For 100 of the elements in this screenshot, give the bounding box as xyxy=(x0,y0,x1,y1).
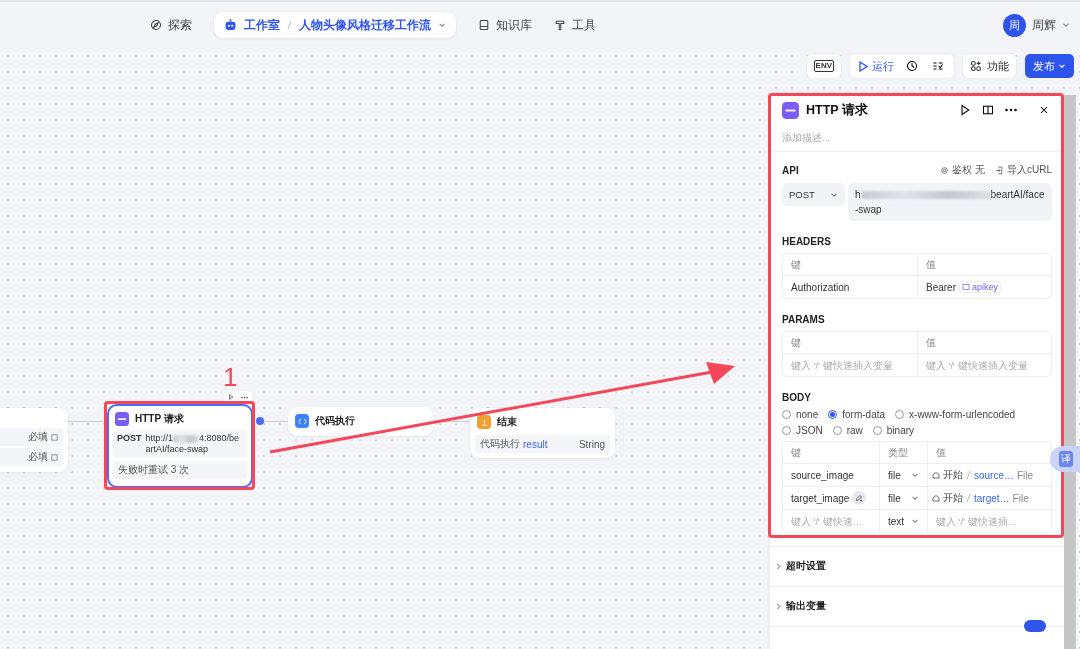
nav-link[interactable]: 探索 xyxy=(150,16,192,34)
home-icon xyxy=(932,494,940,502)
required-label: 必填 xyxy=(28,450,48,464)
header-value: Bearer xyxy=(926,281,956,293)
variable-link[interactable]: target… xyxy=(974,492,1010,504)
type-select[interactable]: text xyxy=(879,509,927,532)
table-cell[interactable]: Bearer apikey xyxy=(917,275,1051,298)
chevron-down-icon xyxy=(911,471,919,479)
breadcrumb-link[interactable]: 工作室 xyxy=(244,16,280,34)
auth-link[interactable]: 鉴权 无 xyxy=(940,163,985,177)
output-type: String xyxy=(578,438,605,450)
section-label: HEADERS xyxy=(782,236,832,247)
required-label: 必填 xyxy=(28,430,48,444)
book-icon xyxy=(478,19,490,31)
type-select[interactable]: file xyxy=(879,486,927,509)
chevron-down-icon xyxy=(438,21,446,29)
chevron-down-icon xyxy=(1062,21,1070,29)
connection-handle[interactable] xyxy=(256,417,264,425)
user-avatar[interactable]: 周 xyxy=(1003,13,1026,37)
nav-link[interactable]: 工具 xyxy=(554,16,596,34)
retry-note: 失败时重试 3 次 xyxy=(118,463,190,477)
separator-icon xyxy=(287,20,292,30)
value-field[interactable]: 键入 '/' 键快速插入变量 xyxy=(917,353,1051,376)
body-type-radio[interactable]: raw xyxy=(832,425,863,436)
table-cell[interactable]: target_image xyxy=(783,486,879,509)
table-cell[interactable]: source_image xyxy=(783,463,879,486)
checklist-icon xyxy=(932,60,944,72)
features-button[interactable]: 功能 xyxy=(963,54,1016,78)
source-label: 开始 xyxy=(943,468,963,482)
workspace-breadcrumb[interactable]: 工作室 人物头像风格迁移工作流 xyxy=(214,12,456,38)
pen-icon[interactable] xyxy=(852,491,867,505)
separator-icon xyxy=(966,493,971,503)
table-cell[interactable]: Authorization xyxy=(783,275,917,298)
chevron-down-icon xyxy=(911,517,919,525)
redaction-blur xyxy=(173,434,200,443)
url-text: http://1 4:8080/beartAI/face-swap xyxy=(145,433,241,455)
type-label: File xyxy=(1017,469,1034,481)
value-field[interactable]: 键入 '/' 键快速插… xyxy=(927,509,1051,532)
url-field[interactable]: h beartAI/face-swap xyxy=(848,183,1052,221)
more-icon xyxy=(241,395,249,399)
env-button[interactable]: ENV xyxy=(806,54,841,78)
section-label: API xyxy=(782,164,800,176)
http-node-icon xyxy=(115,412,129,426)
http-node-icon xyxy=(782,101,799,119)
home-icon xyxy=(932,471,940,479)
pen-plus-icon xyxy=(855,494,864,502)
toggle-switch[interactable] xyxy=(1024,620,1046,632)
source-label: 开始 xyxy=(943,491,963,505)
body-type-radio[interactable]: JSON xyxy=(782,425,823,436)
variable-link[interactable]: source… xyxy=(974,469,1014,481)
play-icon xyxy=(959,104,971,116)
import-icon xyxy=(995,165,1004,175)
body-type-radio[interactable]: form-data xyxy=(828,409,886,420)
caret-icon xyxy=(1058,62,1066,70)
node-title: 结束 xyxy=(497,415,517,429)
output-variable: result xyxy=(523,438,548,450)
node-card[interactable]: 结束 代码执行 result String xyxy=(470,408,615,458)
doc-icon xyxy=(51,433,58,441)
play-icon xyxy=(227,394,234,400)
method-label: POST xyxy=(117,433,142,445)
wrench-icon xyxy=(554,19,566,31)
import-curl-link[interactable]: 导入cURL xyxy=(995,163,1052,177)
output-source: 代码执行 xyxy=(480,437,520,451)
grid-plus-icon xyxy=(970,60,982,72)
column-header: 值 xyxy=(917,254,1051,275)
node-title: HTTP 请求 xyxy=(135,412,184,426)
section-label: BODY xyxy=(782,392,812,403)
user-name[interactable]: 周辉 xyxy=(1032,16,1056,34)
http-node-card[interactable]: HTTP 请求 POST http://1 4:8080/beartAI/face-swap 失败时重试 3 次 xyxy=(108,405,252,487)
nav-link[interactable]: 知识库 xyxy=(478,16,532,34)
key-field[interactable]: 键入 '/' 键快速插入变量 xyxy=(783,353,917,376)
publish-button[interactable]: 发布 xyxy=(1025,54,1074,78)
node-card[interactable]: 代码执行 xyxy=(288,407,433,436)
key-field[interactable]: 键入 '/' 键快速… xyxy=(783,509,879,532)
history-button[interactable] xyxy=(904,58,920,74)
book-open-icon xyxy=(982,104,994,116)
type-select[interactable]: file xyxy=(879,463,927,486)
body-type-radio[interactable]: x-www-form-urlencoded xyxy=(895,409,1016,420)
body-type-radio[interactable]: none xyxy=(782,409,819,420)
key-text: target_image xyxy=(791,492,850,504)
variable-tag[interactable]: apikey xyxy=(959,281,1002,293)
end-icon xyxy=(477,415,491,429)
body-type-radio[interactable]: binary xyxy=(872,425,915,436)
breadcrumb-link[interactable]: 人物头像风格迁移工作流 xyxy=(299,16,431,34)
section-label: PARAMS xyxy=(782,314,826,325)
key-text: source_image xyxy=(791,469,854,481)
more-icon xyxy=(1005,108,1017,112)
method-select[interactable]: POST xyxy=(782,183,845,206)
play-icon xyxy=(858,60,868,72)
node-card[interactable]: 必填 必填 xyxy=(0,408,68,472)
table-cell[interactable]: 开始 source… File xyxy=(927,463,1051,486)
close-icon xyxy=(1038,104,1050,116)
separator-icon xyxy=(966,470,971,480)
code-icon xyxy=(295,414,309,428)
column-header: 键 xyxy=(790,445,802,460)
clock-icon xyxy=(906,60,918,72)
type-label: File xyxy=(1012,492,1029,504)
table-cell[interactable]: 开始 target… File xyxy=(927,486,1051,509)
column-header: 类型 xyxy=(879,442,927,463)
connector-line xyxy=(264,421,288,422)
